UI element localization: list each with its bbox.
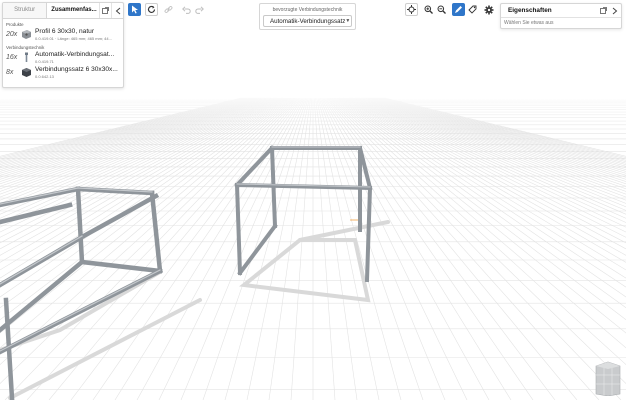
item-quantity: 16x (6, 54, 18, 61)
zoom-out-icon (437, 5, 446, 14)
properties-hint: Wählen Sie etwas aus (504, 20, 554, 26)
settings-button[interactable] (482, 3, 495, 16)
item-quantity: 8x (6, 69, 14, 76)
popout-icon[interactable] (597, 4, 609, 17)
tag-icon (468, 5, 477, 14)
summary-panel: Struktur Zusammenfas... Produkte 20x Pro… (2, 2, 124, 88)
popout-icon[interactable] (99, 3, 111, 18)
item-quantity: 20x (6, 31, 18, 38)
zoom-out-button[interactable] (435, 3, 448, 16)
pen-tool-button[interactable] (452, 3, 465, 16)
undo-button[interactable] (180, 3, 193, 16)
tag-button[interactable] (466, 3, 479, 16)
panel-tabs: Struktur Zusammenfas... (3, 3, 123, 19)
center-view-button[interactable] (405, 3, 418, 16)
redo-icon (195, 5, 204, 14)
undo-icon (182, 5, 191, 14)
select-tool-button[interactable] (128, 3, 141, 16)
connection-technique-label: bevorzugte Verbindungstechnik (272, 7, 343, 13)
zoom-in-button[interactable] (422, 3, 435, 16)
list-item-connection-set[interactable]: 8x Verbindungssatz 6 30x30x... 0.0.642.1… (3, 65, 123, 80)
item-name: Profil 6 30x30, natur (35, 28, 95, 35)
item-name: Automatik-Verbindungsat... (35, 51, 115, 58)
link-button[interactable] (162, 3, 175, 16)
link-icon (164, 6, 173, 13)
item-detail: 0.0.419.71 (35, 59, 54, 64)
tab-zusammenfassung[interactable]: Zusammenfas... (47, 3, 99, 18)
settings-icon (484, 5, 493, 14)
pen-icon (455, 6, 462, 13)
bolt-part-icon (20, 52, 32, 64)
zoom-in-icon (424, 5, 433, 14)
chevron-down-icon: ▼ (345, 18, 351, 24)
properties-title: Eigenschaften (508, 7, 552, 14)
list-item-automatic-connector[interactable]: 16x Automatik-Verbindungsat... 0.0.419.7… (3, 50, 123, 65)
properties-panel: Eigenschaften Wählen Sie etwas aus (500, 3, 622, 29)
redo-button[interactable] (193, 3, 206, 16)
item-name: Verbindungssatz 6 30x30x... (35, 66, 118, 73)
item-detail: 0.0.419.01 · Länge: 465 mm; 465 mm; 44..… (35, 36, 112, 41)
item-detail: 0.0.642.13 (35, 74, 54, 79)
collapse-chevron-icon[interactable] (609, 4, 621, 17)
cube-part-icon (20, 67, 32, 79)
profile-part-icon (20, 29, 32, 41)
connection-technique-panel: bevorzugte Verbindungstechnik Automatik-… (259, 3, 356, 30)
refresh-icon (147, 5, 156, 13)
section-heading-connectors: Verbindungstechnik (6, 45, 45, 50)
view-cube[interactable] (594, 360, 622, 397)
list-item-profile[interactable]: 20x Profil 6 30x30, natur 0.0.419.01 · L… (3, 27, 123, 42)
cursor-icon (131, 5, 138, 14)
section-heading-products: Produkte (6, 22, 24, 27)
tab-struktur[interactable]: Struktur (3, 3, 48, 18)
connection-technique-value: Automatik-Verbindungssatz (270, 17, 346, 25)
target-icon (407, 5, 416, 14)
refresh-button[interactable] (145, 3, 158, 16)
connection-technique-select[interactable]: Automatik-Verbindungssatz ▼ (263, 15, 352, 27)
collapse-chevron-icon[interactable] (111, 3, 123, 18)
